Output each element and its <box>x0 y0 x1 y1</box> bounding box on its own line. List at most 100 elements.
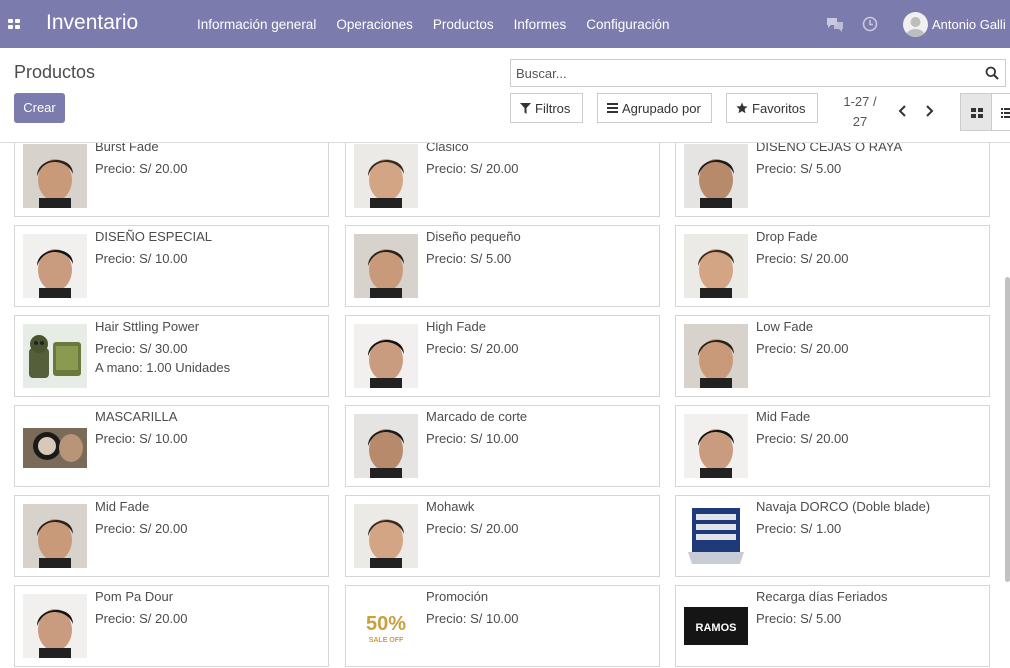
product-card[interactable]: Navaja DORCO (Doble blade) Precio: S/ 1.0… <box>675 495 990 577</box>
product-card[interactable]: Mid Fade Precio: S/ 20.00 <box>675 405 990 487</box>
product-price: Precio: S/ 20.00 <box>756 251 849 266</box>
product-image: 50% SALE OFF <box>354 594 418 658</box>
group-by-button[interactable]: Agrupado por <box>597 93 712 123</box>
product-image <box>23 324 87 388</box>
product-image <box>684 414 748 478</box>
product-image <box>684 324 748 388</box>
menu-item-products[interactable]: Productos <box>433 17 494 32</box>
star-icon <box>736 102 748 114</box>
menu-item-general[interactable]: Información general <box>197 17 316 32</box>
product-image <box>354 324 418 388</box>
product-name: Promoción <box>426 589 489 604</box>
haircut-image <box>684 234 748 298</box>
product-name: Mohawk <box>426 499 475 514</box>
pager-value[interactable]: 1-27 / 27 <box>838 92 882 132</box>
product-name: Recarga días Feriados <box>756 589 888 604</box>
product-card[interactable]: RAMOS Recarga días Feriados Precio: S/ 5.0… <box>675 585 990 667</box>
list-icon <box>1001 108 1010 118</box>
product-card[interactable]: Low Fade Precio: S/ 20.00 <box>675 315 990 397</box>
pager-next-icon[interactable] <box>922 103 936 119</box>
product-card[interactable]: DISEÑO ESPECIAL Precio: S/ 10.00 <box>14 225 329 307</box>
product-price: Precio: S/ 5.00 <box>756 611 842 626</box>
apps-menu-icon[interactable] <box>8 19 20 29</box>
product-image <box>354 234 418 298</box>
product-card[interactable]: 50% SALE OFF Promoción Precio: S/ 10.00 <box>345 585 660 667</box>
svg-text:50%: 50% <box>366 613 406 635</box>
product-card[interactable]: DISEÑO CEJAS O RAYA Precio: S/ 5.00 <box>675 143 990 217</box>
product-price: Precio: S/ 10.00 <box>426 611 519 626</box>
create-button[interactable]: Crear <box>14 93 65 123</box>
top-navbar: Inventario Información general Operacion… <box>0 0 1010 48</box>
product-card[interactable]: High Fade Precio: S/ 20.00 <box>345 315 660 397</box>
pager-total: 27 <box>852 114 868 129</box>
haircut-image <box>23 594 87 658</box>
product-card[interactable]: Mid Fade Precio: S/ 20.00 <box>14 495 329 577</box>
ramos-logo-image: RAMOS <box>684 594 748 658</box>
product-name: Mid Fade <box>95 499 150 514</box>
product-name: MASCARILLA <box>95 409 178 424</box>
product-name: Navaja DORCO (Doble blade) <box>756 499 931 514</box>
search-input[interactable] <box>511 60 971 86</box>
product-on-hand: A mano: 1.00 Unidades <box>95 360 231 375</box>
product-image <box>23 594 87 658</box>
product-price: Precio: S/ 20.00 <box>95 521 188 536</box>
app-brand[interactable]: Inventario <box>46 11 138 35</box>
pager-range[interactable]: 1-27 / <box>838 92 882 112</box>
product-name: DISEÑO CEJAS O RAYA <box>756 143 903 154</box>
product-image <box>354 414 418 478</box>
kanban-view: Burst Fade Precio: S/ 20.00 Clasico Precio:… <box>0 143 1010 668</box>
svg-text:SALE OFF: SALE OFF <box>369 637 404 644</box>
product-image <box>23 144 87 208</box>
product-image <box>23 414 87 478</box>
product-card[interactable]: Marcado de corte Precio: S/ 10.00 <box>345 405 660 487</box>
product-price: Precio: S/ 1.00 <box>756 521 842 536</box>
haircut-image <box>354 324 418 388</box>
user-avatar[interactable] <box>903 12 928 37</box>
product-card[interactable]: Pom Pa Dour Precio: S/ 20.00 <box>14 585 329 667</box>
menu-item-configuration[interactable]: Configuración <box>586 17 669 32</box>
product-price: Precio: S/ 20.00 <box>95 161 188 176</box>
pager-previous-icon[interactable] <box>896 103 910 119</box>
user-name[interactable]: Antonio Galli <box>932 17 1006 32</box>
filters-label: Filtros <box>535 100 571 116</box>
haircut-image <box>354 144 418 208</box>
product-card[interactable]: MASCARILLA Precio: S/ 10.00 <box>14 405 329 487</box>
haircut-image <box>354 414 418 478</box>
product-price: Precio: S/ 10.00 <box>95 251 188 266</box>
haircut-image <box>684 414 748 478</box>
list-view-button[interactable] <box>991 93 1010 131</box>
kanban-view-button[interactable] <box>960 93 992 131</box>
menu-item-reports[interactable]: Informes <box>514 17 567 32</box>
product-card[interactable]: Burst Fade Precio: S/ 20.00 <box>14 143 329 217</box>
product-name: Pom Pa Dour <box>95 589 174 604</box>
promo-image: 50% SALE OFF <box>354 594 418 658</box>
blade-box-image <box>684 504 748 568</box>
product-price: Precio: S/ 20.00 <box>426 161 519 176</box>
product-card[interactable]: Clasico Precio: S/ 20.00 <box>345 143 660 217</box>
favorites-label: Favoritos <box>752 100 806 116</box>
product-price: Precio: S/ 20.00 <box>756 431 849 446</box>
product-price: Precio: S/ 20.00 <box>426 341 519 356</box>
filters-button[interactable]: Filtros <box>510 93 583 123</box>
product-name: High Fade <box>426 319 486 334</box>
haircut-image <box>23 144 87 208</box>
product-card[interactable]: Hair Sttling Power Precio: S/ 30.00 A mano… <box>14 315 329 397</box>
menu-item-operations[interactable]: Operaciones <box>336 17 413 32</box>
product-price: Precio: S/ 20.00 <box>426 521 519 536</box>
product-price: Precio: S/ 5.00 <box>426 251 512 266</box>
clock-icon[interactable] <box>862 16 878 32</box>
filter-icon <box>520 102 531 114</box>
product-image <box>23 504 87 568</box>
product-image <box>23 234 87 298</box>
product-card[interactable]: Drop Fade Precio: S/ 20.00 <box>675 225 990 307</box>
product-price: Precio: S/ 5.00 <box>756 161 842 176</box>
product-image <box>684 144 748 208</box>
product-card[interactable]: Mohawk Precio: S/ 20.00 <box>345 495 660 577</box>
page-title: Productos <box>14 62 96 82</box>
search-icon[interactable] <box>985 66 999 80</box>
haircut-image <box>354 504 418 568</box>
chat-icon[interactable] <box>826 16 844 32</box>
product-card[interactable]: Diseño pequeño Precio: S/ 5.00 <box>345 225 660 307</box>
favorites-button[interactable]: Favoritos <box>726 93 818 123</box>
scrollbar[interactable] <box>1005 277 1010 582</box>
